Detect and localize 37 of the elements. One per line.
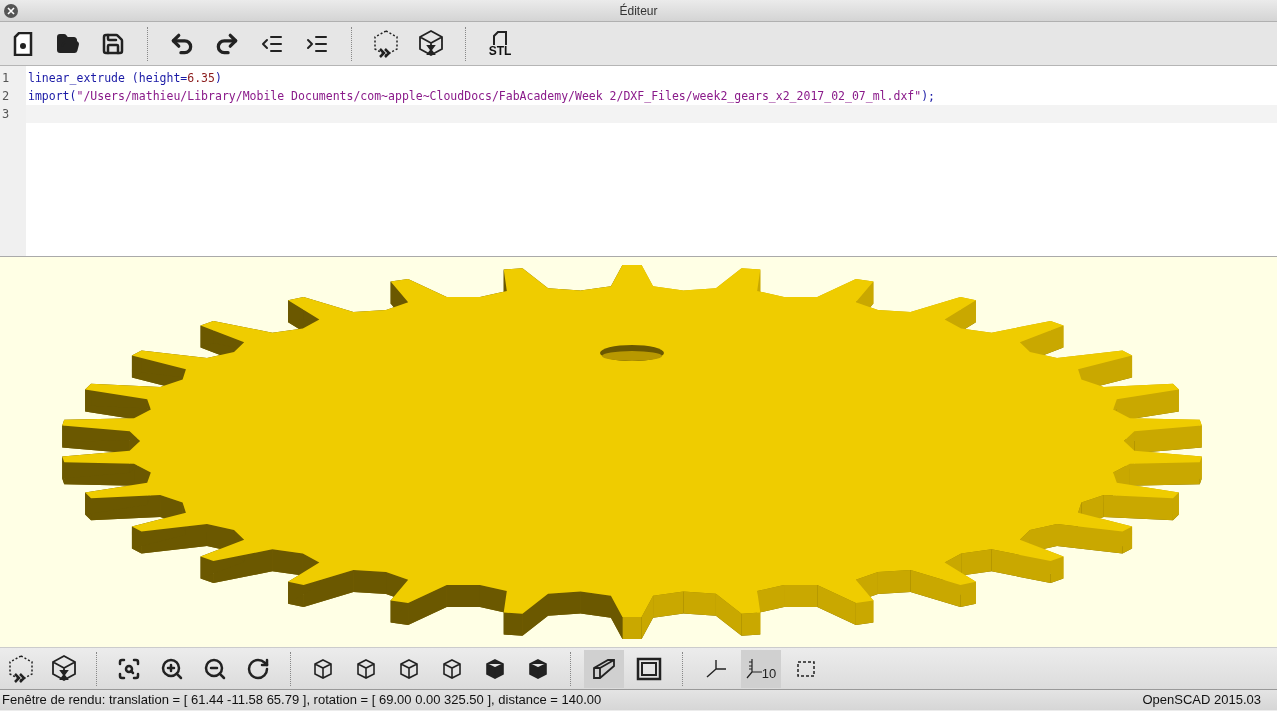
folder-icon [56, 31, 80, 56]
save-icon [101, 31, 125, 56]
preview-icon [372, 28, 400, 59]
cube-left-icon [441, 657, 463, 680]
line-number: 3 [1, 106, 11, 123]
cube-right-icon [312, 657, 334, 680]
scale-label: 10 [761, 666, 777, 680]
preview-icon [7, 653, 35, 684]
new-file-icon [13, 31, 33, 56]
cube-hourglass-icon [417, 28, 445, 59]
close-icon[interactable] [4, 3, 18, 18]
scales-toggle[interactable]: 10 [741, 649, 781, 688]
reset-view-icon [246, 656, 270, 681]
version-label: OpenSCAD 2015.03 [1142, 691, 1262, 710]
cube-front-icon [484, 657, 506, 680]
code-line: import("/Users/mathieu/Library/Mobile Documents/com~apple~CloudDocs/FabAcademy/Week 2/DXF_Files/week2_gears_x2_2017_02_07_ml.dxf"); [27, 88, 937, 105]
code-line: linear_extrude (height=6.35) [27, 70, 223, 87]
perspective-button[interactable] [584, 649, 624, 688]
scale-axes-icon [745, 657, 762, 680]
code-editor[interactable]: 1 2 3 linear_extrude (height=6.35) import("/Users/mathieu/Library/Mobile Documents/com~apple~CloudDocs/FabAcademy/Week 2/DXF_Files/week2_gears_x2_2017_02_07_ml.dxf"); [0, 66, 1277, 257]
window-title: Éditeur [619, 2, 658, 20]
line-number: 2 [1, 88, 11, 105]
status-message: Fenêtre de rendu: translation = [ 61.44 -11.58 65.79 ], rotation = [ 69.00 0.00 325.50 ], distance = 140.00 [2, 691, 602, 710]
export-stl-button[interactable]: STL [481, 24, 519, 63]
cube-bottom-icon [398, 657, 420, 680]
orthogonal-icon [636, 656, 662, 681]
crosshairs-icon [795, 658, 817, 679]
zoom-out-icon [203, 656, 227, 681]
line-number: 1 [1, 70, 11, 87]
file-corner-icon [492, 30, 508, 45]
axes-icon [704, 657, 728, 680]
cube-top-icon [355, 657, 377, 680]
cube-hourglass-icon [50, 653, 78, 684]
cube-back-icon [527, 657, 549, 680]
perspective-icon [592, 657, 616, 680]
zoom-in-icon [160, 656, 184, 681]
zoom-fit-icon [117, 656, 141, 681]
